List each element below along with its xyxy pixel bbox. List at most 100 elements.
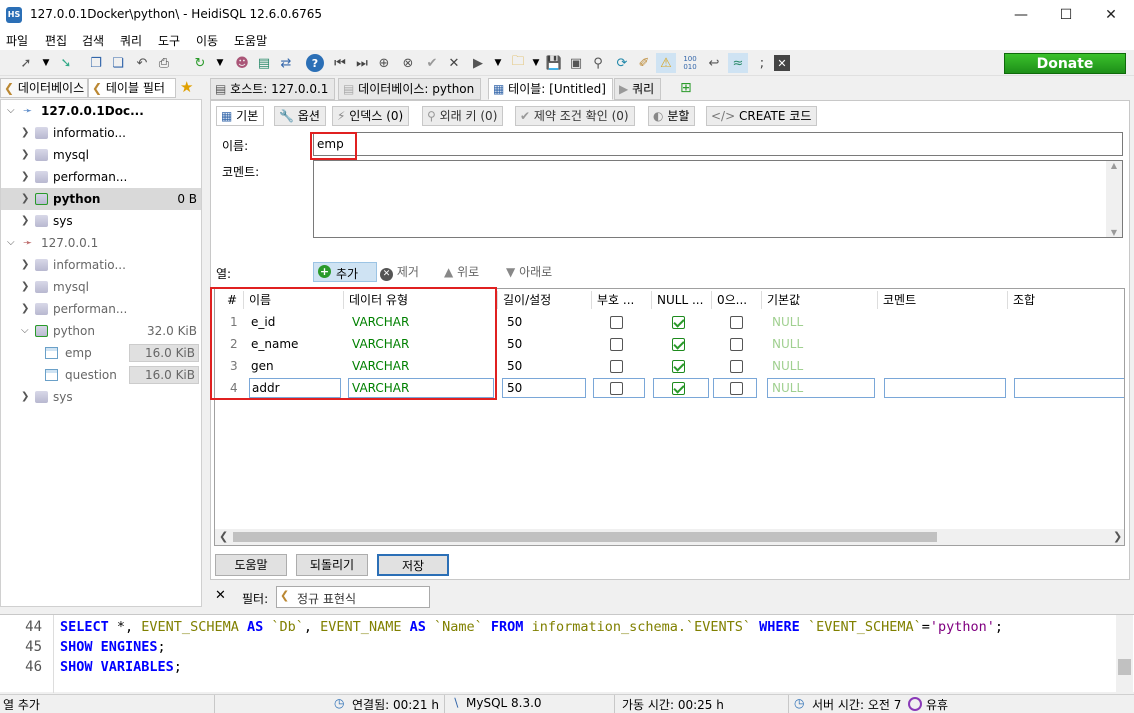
favorite-star-icon[interactable]: ★ <box>180 78 193 96</box>
maximize-button[interactable]: ☐ <box>1043 0 1089 30</box>
transfer-icon[interactable]: ⇄ <box>276 53 296 73</box>
tab-partitions[interactable]: ◐ 분할 <box>648 106 696 126</box>
cell-collation-editor[interactable] <box>1014 378 1124 398</box>
filter-input[interactable]: ❮ 정규 표현식 <box>276 586 430 608</box>
refresh-icon[interactable]: ↻ <box>190 53 210 73</box>
revert-button[interactable]: 되돌리기 <box>296 554 368 576</box>
refresh-dropdown-icon[interactable]: ▼ <box>210 53 230 73</box>
post-icon[interactable]: ✔ <box>422 53 442 73</box>
open-folder-icon[interactable]: 🗀 <box>508 53 528 73</box>
add-column-button[interactable]: + 추가 <box>313 262 377 282</box>
grid-horizontal-scrollbar[interactable]: ❮ ❯ <box>215 529 1124 545</box>
print-icon[interactable]: ⎙ <box>154 53 174 73</box>
cancel-icon[interactable]: ✕ <box>444 53 464 73</box>
tab-query[interactable]: ▶ 쿼리 <box>614 78 662 100</box>
menu-help[interactable]: 도움말 <box>234 32 267 49</box>
cell-unsigned-editor[interactable] <box>593 378 645 398</box>
col-header-default[interactable]: 기본값 <box>767 289 800 311</box>
tree-node-db-selected[interactable]: ❯ python 0 B <box>1 188 201 210</box>
zerofill-checkbox[interactable] <box>730 338 743 351</box>
tab-basic[interactable]: ▦ 기본 <box>216 106 265 126</box>
warning-icon[interactable]: ⚠ <box>656 53 676 73</box>
paste-icon[interactable]: ❏ <box>108 53 128 73</box>
col-header-zerofill[interactable]: 0으... <box>717 289 755 311</box>
format-icon[interactable]: ✐ <box>634 53 654 73</box>
replace-icon[interactable]: ⟳ <box>612 53 632 73</box>
tab-database-tree[interactable]: ❮ 데이터베이스 <box>0 78 88 98</box>
cell-default[interactable]: NULL <box>772 355 803 377</box>
tree-node-db[interactable]: ❯ mysql <box>1 276 201 298</box>
delete-row-icon[interactable]: ⊗ <box>398 53 418 73</box>
unsigned-checkbox[interactable] <box>610 316 623 329</box>
scrollbar-thumb[interactable] <box>233 532 937 542</box>
move-down-button[interactable]: ▼ 아래로 <box>506 263 552 280</box>
menu-navigate[interactable]: 이동 <box>196 32 218 49</box>
zerofill-checkbox[interactable] <box>730 316 743 329</box>
scroll-right-icon[interactable]: ❯ <box>1113 530 1122 543</box>
run-icon[interactable]: ▶ <box>468 53 488 73</box>
tree-node-db[interactable]: ❯ performan... <box>1 298 201 320</box>
scroll-left-icon[interactable]: ❮ <box>219 530 228 543</box>
connect-icon[interactable]: ➚ <box>16 53 36 73</box>
tree-node-db-expanded[interactable]: ⌵ python 32.0 KiB <box>1 320 201 342</box>
tab-host[interactable]: ▤ 호스트: 127.0.0.1 <box>210 78 336 100</box>
tab-check-constraints[interactable]: ✔ 제약 조건 확인 (0) <box>515 106 635 126</box>
sql-log-scrollbar[interactable] <box>1116 615 1133 693</box>
copy-icon[interactable]: ❐ <box>86 53 106 73</box>
last-icon[interactable]: ⏭ <box>352 53 372 73</box>
col-header-length[interactable]: 길이/설정 <box>503 289 551 311</box>
cell-zerofill-editor[interactable] <box>713 378 757 398</box>
remove-column-button[interactable]: ✕ 제거 <box>380 263 419 283</box>
tab-table[interactable]: ▦ 테이블: [Untitled] <box>488 78 613 100</box>
cell-default-editor[interactable]: NULL <box>767 378 875 398</box>
search-icon[interactable]: ⚲ <box>588 53 608 73</box>
menu-search[interactable]: 검색 <box>82 32 104 49</box>
first-icon[interactable]: ⏮ <box>330 53 350 73</box>
donate-button[interactable]: Donate <box>1004 53 1126 74</box>
semicolon-icon[interactable]: ; <box>752 53 772 73</box>
tree-node-db[interactable]: ❯ performan... <box>1 166 201 188</box>
save-icon[interactable]: 💾 <box>544 53 564 73</box>
col-header-collation[interactable]: 조합 <box>1013 289 1035 311</box>
disconnect-icon[interactable]: ➘ <box>56 53 76 73</box>
save-snippet-icon[interactable]: ▣ <box>566 53 586 73</box>
sync-icon[interactable]: ≈ <box>728 53 748 73</box>
unsigned-checkbox[interactable] <box>610 338 623 351</box>
tree-node-db[interactable]: ❯ informatio... <box>1 254 201 276</box>
help-button[interactable]: 도움말 <box>215 554 287 576</box>
comment-scrollbar[interactable]: ▲ ▼ <box>1106 161 1122 237</box>
open-dropdown-icon[interactable]: ▼ <box>526 53 546 73</box>
user-manager-icon[interactable]: ☻ <box>232 53 252 73</box>
tab-indexes[interactable]: ⚡ 인덱스 (0) <box>332 106 410 126</box>
allow-null-checkbox[interactable] <box>672 382 685 395</box>
unsigned-checkbox[interactable] <box>610 360 623 373</box>
menu-tools[interactable]: 도구 <box>158 32 180 49</box>
help-icon[interactable]: ? <box>306 54 324 72</box>
menu-edit[interactable]: 편집 <box>45 32 67 49</box>
insert-row-icon[interactable]: ⊕ <box>374 53 394 73</box>
stop-icon[interactable]: ✕ <box>774 55 790 71</box>
cell-null-editor[interactable] <box>653 378 709 398</box>
cell-default[interactable]: NULL <box>772 333 803 355</box>
col-header-null[interactable]: NULL ... <box>657 289 711 311</box>
tab-create-code[interactable]: </> CREATE 코드 <box>706 106 818 126</box>
tree-node-table[interactable]: question 16.0 KiB <box>1 364 201 386</box>
new-query-tab-icon[interactable]: ⊞ <box>680 80 692 96</box>
run-dropdown-icon[interactable]: ▼ <box>488 53 508 73</box>
save-button[interactable]: 저장 <box>377 554 449 576</box>
menu-file[interactable]: 파일 <box>6 32 28 49</box>
tree-node-session-docker[interactable]: ⌵ ➛ 127.0.0.1Doc... <box>1 100 201 122</box>
unsigned-checkbox[interactable] <box>610 382 623 395</box>
tree-node-db[interactable]: ❯ sys <box>1 386 201 408</box>
wrap-icon[interactable]: ↩ <box>704 53 724 73</box>
cell-default[interactable]: NULL <box>772 311 803 333</box>
tab-database[interactable]: ▤ 데이터베이스: python <box>338 78 482 100</box>
menu-query[interactable]: 쿼리 <box>120 32 142 49</box>
cell-length[interactable]: 50 <box>507 355 522 377</box>
export-icon[interactable]: ▤ <box>254 53 274 73</box>
undo-icon[interactable]: ↶ <box>132 53 152 73</box>
allow-null-checkbox[interactable] <box>672 316 685 329</box>
filter-close-icon[interactable]: ✕ <box>215 588 226 603</box>
tree-node-table[interactable]: emp 16.0 KiB <box>1 342 201 364</box>
tree-node-session-local[interactable]: ⌵ ➛ 127.0.0.1 <box>1 232 201 254</box>
